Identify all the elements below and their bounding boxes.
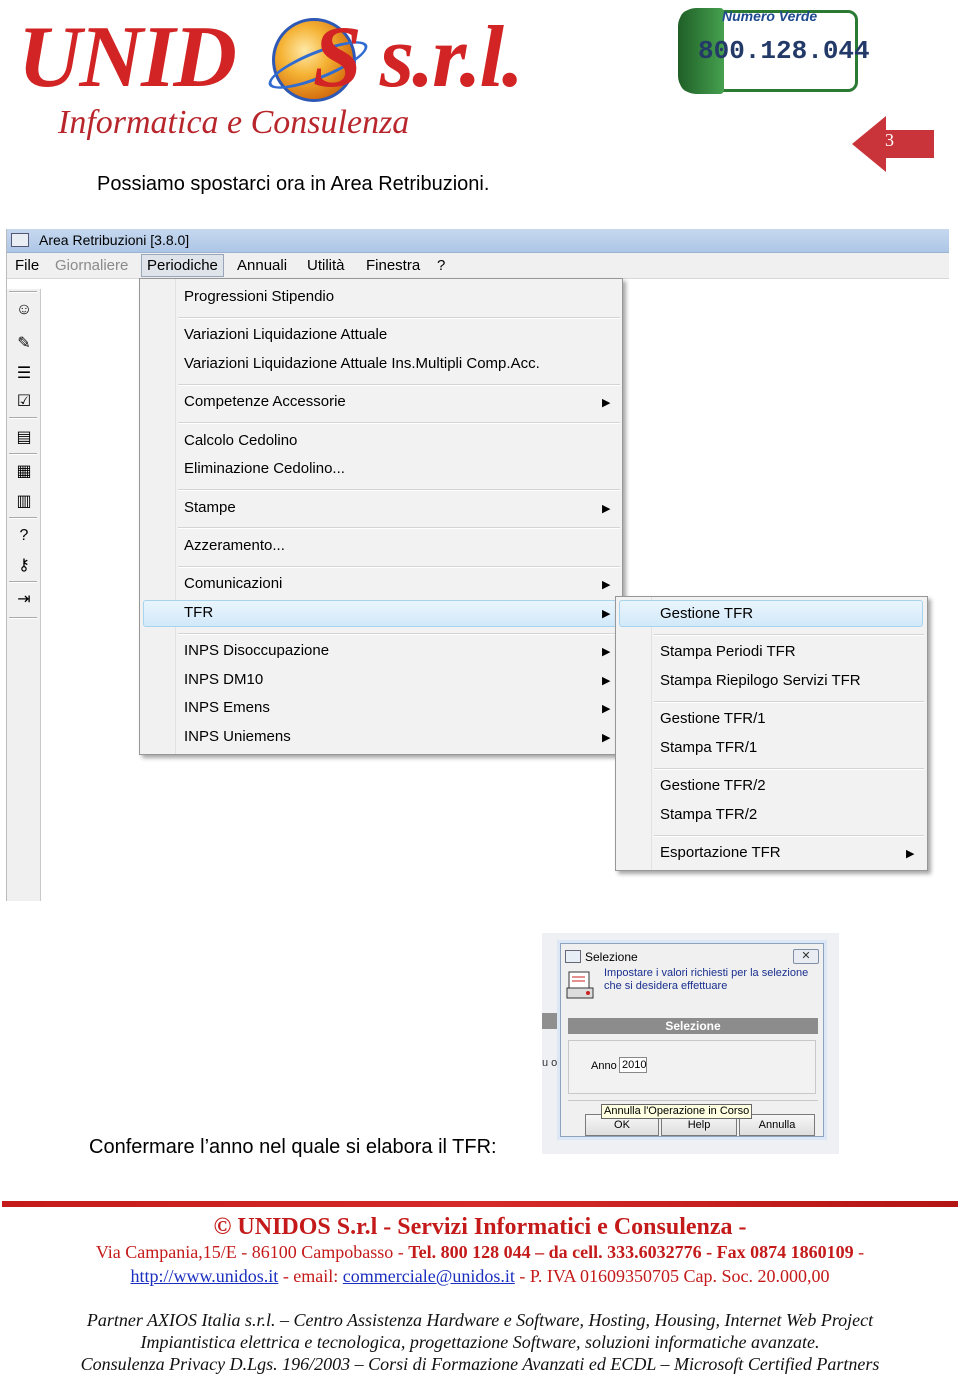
footer-email-label: - email: — [278, 1266, 343, 1286]
submenu-arrow-icon: ▶ — [602, 579, 611, 591]
footer-company-line: © UNIDOS S.r.l - Servizi Informatici e C… — [213, 1214, 747, 1240]
confirm-text: Confermare l’anno nel quale si elabora i… — [89, 1136, 497, 1158]
menu-file[interactable]: File — [15, 257, 39, 274]
submenu-arrow-icon: ▶ — [602, 646, 611, 658]
menu-finestra[interactable]: Finestra — [366, 257, 420, 274]
menu-item-inps-dm10[interactable]: INPS DM10 — [184, 671, 263, 688]
menu-giornaliere[interactable]: Giornaliere — [55, 257, 128, 274]
submenu-arrow-icon: ▶ — [602, 732, 611, 744]
printer-form-icon — [566, 971, 594, 999]
page-number: 3 — [885, 130, 894, 150]
app-title: Area Retribuzioni [3.8.0] — [39, 232, 190, 248]
footer-web-line: http://www.unidos.it - email: commercial… — [0, 1266, 960, 1287]
dialog-title: Selezione — [585, 950, 638, 964]
key-icon[interactable]: ⚷ — [13, 555, 35, 577]
submenu-arrow-icon: ▶ — [602, 397, 611, 409]
submenu-item-esportazione-tfr[interactable]: Esportazione TFR — [660, 844, 781, 861]
submenu-arrow-icon: ▶ — [602, 703, 611, 715]
footer-contact-line: Via Campania,15/E - 86100 Campobasso - T… — [0, 1242, 960, 1263]
footer-website-link[interactable]: http://www.unidos.it — [130, 1266, 278, 1286]
anno-input[interactable]: 2010 — [619, 1057, 647, 1073]
menu-highlight — [143, 600, 619, 627]
intro-text: Possiamo spostarci ora in Area Retribuzi… — [97, 173, 490, 195]
exit-icon[interactable]: ⇥ — [13, 589, 35, 611]
footer-address: Via Campania,15/E - 86100 Campobasso - — [95, 1242, 409, 1262]
footer-services-line: Impiantistica elettrica e tecnologica, p… — [140, 1332, 820, 1352]
book-icon[interactable]: ▤ — [13, 427, 35, 449]
footer-partner-line: Partner AXIOS Italia s.r.l. – Centro Ass… — [86, 1310, 874, 1330]
menu-annuali[interactable]: Annuali — [237, 257, 287, 274]
company-logo: UNID S s.r.l. — [18, 9, 524, 106]
dialog-description: Impostare i valori richiesti per la sele… — [604, 967, 809, 992]
submenu-item-gestione-tfr2[interactable]: Gestione TFR/2 — [660, 777, 766, 794]
footer-cell: – da cell. 333.6032776 - — [530, 1242, 717, 1262]
dialog-screenshot: u or Selezione ✕ Impostare i valori rich… — [542, 933, 839, 1154]
tooltip: Annulla l'Operazione in Corso — [601, 1104, 753, 1119]
submenu-item-stampa-periodi-tfr[interactable]: Stampa Periodi TFR — [660, 643, 796, 660]
submenu-arrow-icon: ▶ — [906, 848, 915, 860]
menu-item-inps-emens[interactable]: INPS Emens — [184, 699, 270, 716]
submenu-arrow-icon: ▶ — [602, 608, 611, 620]
submenu-item-gestione-tfr1[interactable]: Gestione TFR/1 — [660, 710, 766, 727]
menu-item-variazioni-liquidazione[interactable]: Variazioni Liquidazione Attuale — [184, 326, 387, 343]
menu-item-inps-disoccupazione[interactable]: INPS Disoccupazione — [184, 642, 329, 659]
anno-label: Anno — [591, 1060, 617, 1072]
menu-item-variazioni-liquidazione-multipli[interactable]: Variazioni Liquidazione Attuale Ins.Mult… — [184, 355, 540, 372]
submenu-arrow-icon: ▶ — [602, 675, 611, 687]
section-bar: Selezione — [568, 1018, 818, 1034]
menu-item-inps-uniemens[interactable]: INPS Uniemens — [184, 728, 291, 745]
edit-check-icon[interactable]: ☑ — [13, 391, 35, 413]
menu-item-eliminazione-cedolino[interactable]: Eliminazione Cedolino... — [184, 460, 345, 477]
menu-item-stampe[interactable]: Stampe — [184, 499, 236, 516]
menu-help[interactable]: ? — [437, 257, 445, 274]
list-icon[interactable]: ☰ — [13, 363, 35, 385]
close-icon[interactable]: ✕ — [793, 949, 819, 964]
menu-item-comunicazioni[interactable]: Comunicazioni — [184, 575, 282, 592]
menu-item-calcolo-cedolino[interactable]: Calcolo Cedolino — [184, 432, 297, 449]
footer-divider — [2, 1201, 958, 1207]
periodiche-menu: Progressioni Stipendio Variazioni Liquid… — [139, 278, 623, 755]
menu-item-tfr[interactable]: TFR — [184, 604, 213, 621]
submenu-item-gestione-tfr[interactable]: Gestione TFR — [660, 605, 753, 622]
background-strip — [542, 1013, 562, 1029]
submenu-item-stampa-riepilogo-servizi-tfr[interactable]: Stampa Riepilogo Servizi TFR — [660, 672, 861, 689]
menu-utilita[interactable]: Utilità — [307, 257, 345, 274]
app-icon — [11, 233, 29, 247]
grid-icon[interactable]: ▥ — [13, 491, 35, 513]
numero-verde-label: Numero Verde — [722, 8, 818, 24]
user-icon[interactable]: ☺ — [13, 299, 35, 321]
selection-dialog: Selezione ✕ Impostare i valori richiesti… — [560, 943, 824, 1137]
app-screenshot: Area Retribuzioni [3.8.0] File Giornalie… — [6, 229, 949, 901]
numero-verde-number: 800.128.044 — [698, 36, 870, 66]
menu-item-progressioni-stipendio[interactable]: Progressioni Stipendio — [184, 288, 334, 305]
menubar: File Giornaliere Periodiche Annuali Util… — [7, 253, 949, 279]
footer-fax: Fax 0874 1860109 — [716, 1242, 854, 1262]
app-titlebar: Area Retribuzioni [3.8.0] — [7, 229, 949, 253]
vertical-toolbar: ☺ ✎ ☰ ☑ ▤ ▦ ▥ ? ⚷ ⇥ — [7, 289, 41, 901]
submenu-arrow-icon: ▶ — [602, 503, 611, 515]
pencil-icon[interactable]: ✎ — [13, 333, 35, 355]
footer-email-link[interactable]: commerciale@unidos.it — [343, 1266, 515, 1286]
submenu-item-stampa-tfr1[interactable]: Stampa TFR/1 — [660, 739, 757, 756]
calculator-icon[interactable]: ▦ — [13, 461, 35, 483]
background-fragment: u or — [542, 1057, 561, 1069]
help-icon[interactable]: ? — [13, 525, 35, 547]
dialog-title-icon — [565, 950, 581, 963]
logo-subtitle: Informatica e Consulenza — [58, 104, 410, 141]
footer-fax-suffix: - — [853, 1242, 865, 1262]
menu-item-azzeramento[interactable]: Azzeramento... — [184, 537, 285, 554]
footer-piva: - P. IVA 01609350705 Cap. Soc. 20.000,00 — [514, 1266, 830, 1286]
footer-privacy-line: Consulenza Privacy D.Lgs. 196/2003 – Cor… — [80, 1354, 880, 1374]
menu-item-competenze-accessorie[interactable]: Competenze Accessorie — [184, 393, 346, 410]
submenu-item-stampa-tfr2[interactable]: Stampa TFR/2 — [660, 806, 757, 823]
tfr-submenu: Gestione TFR Stampa Periodi TFR Stampa R… — [615, 596, 928, 871]
menu-periodiche[interactable]: Periodiche — [141, 254, 224, 277]
footer-tel: Tel. 800 128 044 — [408, 1242, 531, 1262]
